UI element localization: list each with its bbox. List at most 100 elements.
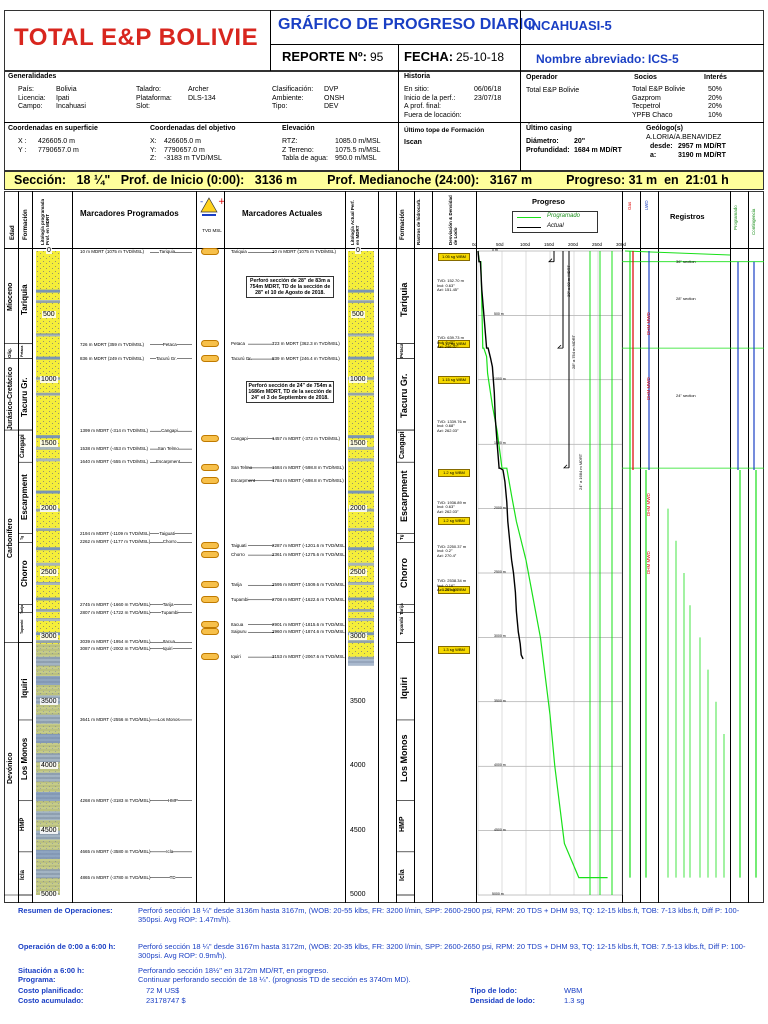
progress-depth-label: 2000 m	[494, 505, 506, 510]
depth-tick-act: 1000	[349, 375, 367, 383]
act-marker-text: 2901 m MDRT (-1815.6 m TVD/MSL)	[272, 621, 347, 627]
prog-marker-text: 2262 m MDRT (-1177 m TVD/MSL)	[80, 539, 151, 545]
progress-depth-label: 0 m	[492, 248, 498, 252]
prog-marker-name: Escarpment	[156, 459, 181, 465]
actual-lithology-band	[348, 582, 374, 586]
tvd-badge	[201, 340, 219, 348]
formation-label: Cangapi	[20, 434, 26, 458]
costo-acum: 23178747 $	[146, 996, 186, 1005]
depth-tick-prog: 2000	[40, 504, 58, 512]
act-marker-text: 2960 m MDRT (-1874.6 m TVD/MSL)	[272, 629, 347, 635]
actual-lithology-band	[348, 446, 374, 450]
act-marker-name: Tariquia	[231, 249, 247, 255]
tvd-badge	[201, 434, 219, 442]
act-marker-text: 10 m MDRT (1075 m TVD/MSL)	[272, 249, 337, 255]
casing-shoe	[557, 344, 563, 349]
survey-block: TVD: 2250.37 m Incl: 0.2° Azi: 270.4°	[437, 544, 473, 559]
depth-tick-prog: 4000	[40, 762, 58, 770]
progress-depth-label: 4500 m	[494, 827, 506, 832]
act-marker-text: 839 m MDRT (246.4 m TVD/MSL)	[272, 356, 340, 362]
act-marker-text: 1684 m MDRT (-598.8 m TVD/MSL)	[272, 464, 344, 470]
programmed-lithology-devonian	[36, 643, 60, 895]
depth-tick-prog: 2500	[40, 569, 58, 576]
prog-marker-text: 4268 m MDRT (-3183 m TVD/MSL)	[80, 797, 151, 803]
formation-label-2: Tg	[399, 534, 404, 541]
programmed-lithology-band	[36, 446, 60, 450]
formation-label-2: Escarpment	[399, 470, 409, 522]
actual-lithology-band	[348, 392, 374, 396]
progress-depth-label: 1000 m	[494, 376, 506, 381]
depth-tick-prog: 1000	[40, 375, 58, 383]
formation-label-2: Tarija	[399, 603, 404, 615]
act-marker-name: Petaca	[231, 341, 246, 347]
casing-label: 24" a 1684 m MDRT	[578, 453, 583, 490]
prog-marker-name: Petaca	[162, 341, 177, 347]
formation-label: Tariquia	[20, 284, 29, 316]
age-label: Jurásico-Cretácico	[7, 366, 14, 430]
depth-tick-act: 1500	[349, 440, 367, 448]
formation-label-2: Iquiri	[399, 676, 409, 699]
prog-marker-text: 1538 m MDRT (-453 m TVD/MSL)	[80, 446, 149, 452]
act-marker-text: 2708 m MDRT (-1622.6 m TVD/MSL)	[272, 596, 347, 602]
formation-label-2: Cangapi	[399, 431, 406, 459]
act-marker-name: Iquiri	[231, 654, 241, 660]
formation-label-2: Tacuru Gr.	[399, 373, 409, 419]
prog-marker-text: 1640 m MDRT (-555 m TVD/MSL)	[80, 459, 149, 465]
actual-lithology-band	[348, 597, 374, 601]
progress-depth-label: 2500 m	[494, 570, 506, 574]
reg-guide-top	[624, 250, 731, 256]
programmed-lithology-band	[36, 435, 60, 439]
depth-tick-act: 4500	[350, 826, 366, 834]
formation-label: Icla	[20, 870, 26, 881]
prog-marker-text: 10 m MDRT (1075 m TVD/MSL)	[80, 249, 145, 255]
depth-tick-act: 500	[351, 311, 365, 319]
depth-tick-prog: 4500	[40, 826, 58, 834]
act-marker-text: 723 m MDRT (362.3 m TVD/MSL)	[272, 341, 340, 347]
reg-section-label: 36" section	[676, 258, 696, 264]
depth-tick-prog: 3000	[40, 633, 58, 641]
age-label: Carbonífero	[7, 518, 14, 558]
casing-label: 28" a 754 m MDRT	[571, 334, 576, 369]
progress-depth-label: 3500 m	[494, 698, 506, 703]
depth-tick-prog: 0	[46, 247, 52, 254]
reg-lwd-label: DHM MWD	[646, 550, 651, 574]
act-marker-name: Tupambi	[231, 596, 249, 602]
formation-label-2: Tariquia	[399, 282, 409, 317]
prog-marker-name: Tupambi	[161, 609, 179, 615]
survey-line: Azi: 246.07°	[437, 344, 459, 349]
casing-label: 30" a 83 m MDRT	[566, 264, 571, 297]
depth-tick-prog: 500	[42, 311, 56, 319]
formation-label-2: HMP	[399, 816, 406, 832]
formation-label: Tupambi	[20, 620, 24, 635]
mud-weight-badge: 1.15 sg WBM	[438, 375, 470, 384]
tvd-badge	[201, 653, 219, 661]
actual-lithology-band	[348, 356, 374, 360]
depth-tick-act: 4000	[350, 762, 366, 770]
act-marker-name: Escarpment	[231, 477, 256, 483]
survey-block: TVD: 152.70 m Incl: 0.63° Azi: 151.45°	[437, 279, 473, 293]
prog-marker-name: HMP	[167, 797, 178, 803]
age-label: Mioceno	[7, 282, 14, 312]
section-note: Perforó sección de 24" de 754m a 1686m M…	[246, 381, 334, 404]
reg-lwd-label: DHM MWD	[646, 312, 651, 336]
prog-marker-name: Tarija	[162, 601, 174, 607]
tvd-badge	[201, 628, 219, 636]
survey-block: TVD: 2538.34 m Incl: 0.16° Azi: 264.01°	[437, 579, 473, 593]
programa-label: Programa:	[18, 975, 56, 984]
formation-label: Tarija	[20, 605, 24, 615]
prog-marker-name: Los Monos	[157, 716, 180, 722]
op-label: Operación de 0:00 a 6:00 h:	[18, 942, 116, 951]
densidad-label: Densidad de lodo:	[470, 996, 536, 1005]
tvd-badge	[201, 541, 219, 549]
mud-weight-badge: 1.2 sg WBM	[438, 517, 470, 526]
depth-tick-act: 3500	[350, 697, 366, 705]
actual-lithology-band	[348, 435, 374, 439]
mud-weight-badge: 1.2 sg WBM	[438, 468, 470, 477]
actual-lithology-band	[348, 458, 374, 462]
costo-plan: 72 M US$	[146, 986, 180, 995]
programmed-lithology-band	[36, 333, 60, 337]
prog-marker-name: Itacua	[162, 639, 176, 645]
situacion-label: Situación a 6:00 h:	[18, 966, 85, 975]
formation-label: Iquiri	[20, 678, 29, 698]
actual-lithology-band	[348, 547, 374, 551]
